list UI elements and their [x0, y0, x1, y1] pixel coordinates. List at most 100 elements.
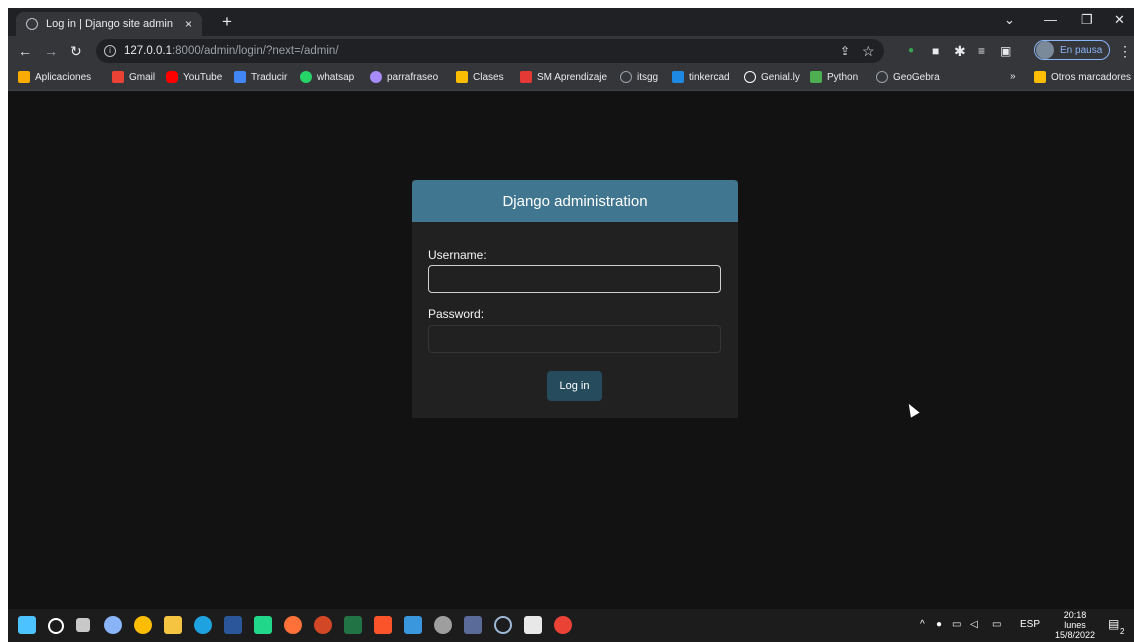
- bookmark-sm-aprendizaje[interactable]: SM Aprendizaje: [520, 71, 607, 83]
- bookmark-parrafraseo[interactable]: parrafraseo: [370, 71, 438, 83]
- settings-gear-icon[interactable]: [104, 616, 122, 634]
- bookmark-label: GeoGebra: [893, 71, 940, 83]
- tab-search-icon[interactable]: ⌄: [1004, 12, 1015, 28]
- word-icon[interactable]: [224, 616, 242, 634]
- reading-list-icon[interactable]: ≡: [978, 42, 985, 60]
- apps-grid-icon: [18, 71, 30, 83]
- firefox-icon[interactable]: [284, 616, 302, 634]
- bookmark-geogebra[interactable]: GeoGebra: [876, 71, 940, 83]
- bookmark-label: Gmail: [129, 71, 156, 83]
- volume-icon[interactable]: ◁: [970, 619, 978, 630]
- close-window-icon[interactable]: ✕: [1114, 12, 1125, 28]
- new-tab-button[interactable]: +: [222, 12, 232, 32]
- overflow-label: »: [1010, 71, 1016, 82]
- keyboard-icon[interactable]: ▭: [992, 619, 1001, 630]
- brave-icon[interactable]: [374, 616, 392, 634]
- python-icon: [810, 71, 822, 83]
- classroom-icon: [456, 71, 468, 83]
- side-panel-icon[interactable]: ▣: [1000, 42, 1011, 60]
- folder-icon: [1034, 71, 1046, 83]
- bookmark-label: tinkercad: [689, 71, 730, 83]
- avatar: [1036, 41, 1054, 59]
- url-host: 127.0.0.1: [124, 45, 172, 57]
- bookmark-label: YouTube: [183, 71, 223, 83]
- site-info-icon[interactable]: i: [104, 45, 116, 57]
- excel-icon[interactable]: [344, 616, 362, 634]
- bookmark-gmail[interactable]: Gmail: [112, 71, 155, 83]
- bookmark-label: Aplicaciones: [35, 71, 92, 83]
- bookmark-star-icon[interactable]: ☆: [862, 42, 875, 60]
- gmail-icon: [112, 71, 124, 83]
- globe-icon: [26, 18, 38, 30]
- search-icon[interactable]: [48, 618, 64, 634]
- network-icon[interactable]: ▭: [952, 619, 961, 630]
- bookmark-label: Otros marcadores: [1051, 71, 1132, 83]
- microphone-icon[interactable]: ●: [936, 619, 942, 630]
- pycharm-icon[interactable]: [254, 616, 272, 634]
- notepad-icon[interactable]: [404, 616, 422, 634]
- address-bar[interactable]: i 127.0.0.1:8000/admin/login/?next=/admi…: [96, 39, 884, 63]
- windows-taskbar: ^ ● ▭ ◁ ▭ ESP 20:18 lunes 15/8/2022 ▤ 2: [8, 609, 1134, 642]
- profile-button[interactable]: En pausa: [1034, 40, 1110, 60]
- browser-window: Log in | Django site admin × + ⌄ — ❐ ✕ ←…: [8, 8, 1134, 642]
- bookmark-traducir[interactable]: Traducir: [234, 71, 287, 83]
- bookmark-youtube[interactable]: YouTube: [166, 71, 222, 83]
- browser-tab[interactable]: Log in | Django site admin ×: [16, 12, 202, 36]
- login-button[interactable]: Log in: [547, 371, 602, 401]
- notification-count: 2: [1120, 627, 1125, 636]
- bookmark-itsgg[interactable]: itsgg: [620, 71, 658, 83]
- menu-kebab-icon[interactable]: ⋮: [1118, 42, 1132, 60]
- 7zip-icon[interactable]: [524, 616, 542, 634]
- start-windows-icon[interactable]: [18, 616, 36, 634]
- youtube-icon: [166, 71, 178, 83]
- language-indicator[interactable]: ESP: [1020, 619, 1040, 630]
- bookmark-label: SM Aprendizaje: [537, 71, 608, 83]
- bookmark-label: parrafraseo: [387, 71, 439, 83]
- bookmark-python[interactable]: Python: [810, 71, 858, 83]
- file-explorer-icon[interactable]: [164, 616, 182, 634]
- password-label: Password:: [428, 307, 485, 321]
- password-input[interactable]: [428, 325, 721, 353]
- bookmark-genially[interactable]: Genial.ly: [744, 71, 800, 83]
- extension-screen-icon[interactable]: ■: [932, 42, 939, 60]
- bookmarks-overflow-button[interactable]: »: [1010, 71, 1016, 82]
- genially-icon: [744, 71, 756, 83]
- task-view-icon[interactable]: [76, 618, 90, 632]
- powerpoint-icon[interactable]: [314, 616, 332, 634]
- site-header: Django administration: [412, 180, 738, 222]
- extensions-puzzle-icon[interactable]: ✱: [954, 42, 966, 60]
- globe-icon: [370, 71, 382, 83]
- share-icon[interactable]: ⇪: [840, 42, 850, 60]
- username-input[interactable]: [428, 265, 721, 293]
- network-app-icon[interactable]: [464, 616, 482, 634]
- close-tab-icon[interactable]: ×: [185, 17, 192, 31]
- taskbar-clock[interactable]: 20:18 lunes 15/8/2022: [1052, 610, 1098, 640]
- tinkercad-icon: [672, 71, 684, 83]
- notification-icon[interactable]: ▤: [1108, 617, 1119, 631]
- bookmark-label: Python: [827, 71, 859, 83]
- translate-icon: [234, 71, 246, 83]
- bookmark-whatsap[interactable]: whatsap: [300, 71, 354, 83]
- bookmark-label: Traducir: [251, 71, 288, 83]
- reload-icon[interactable]: ↻: [70, 42, 82, 60]
- chrome-icon[interactable]: [134, 616, 152, 634]
- login-panel: Django administration Username: Password…: [412, 180, 738, 418]
- bookmark-clases[interactable]: Clases: [456, 71, 504, 83]
- obs-icon[interactable]: [434, 616, 452, 634]
- clock-day: lunes: [1064, 620, 1086, 630]
- forward-icon[interactable]: →: [44, 42, 58, 60]
- extension-green-icon[interactable]: ●: [908, 42, 914, 60]
- browser-toolbar: ← → ↻ i 127.0.0.1:8000/admin/login/?next…: [8, 36, 1134, 66]
- minimize-icon[interactable]: —: [1044, 12, 1057, 27]
- tab-strip: Log in | Django site admin × + ⌄ — ❐ ✕: [8, 8, 1134, 36]
- back-icon[interactable]: ←: [18, 42, 32, 60]
- bookmark-otros-marcadores[interactable]: Otros marcadores: [1034, 71, 1131, 83]
- bookmark-tinkercad[interactable]: tinkercad: [672, 71, 730, 83]
- cortana-ring-icon[interactable]: [494, 616, 512, 634]
- bookmark-aplicaciones[interactable]: Aplicaciones: [18, 71, 91, 83]
- show-hidden-icons-icon[interactable]: ^: [920, 619, 925, 630]
- edge-icon[interactable]: [194, 616, 212, 634]
- tab-title: Log in | Django site admin: [46, 18, 173, 30]
- chrome-active-icon[interactable]: [554, 616, 572, 634]
- restore-icon[interactable]: ❐: [1081, 12, 1093, 28]
